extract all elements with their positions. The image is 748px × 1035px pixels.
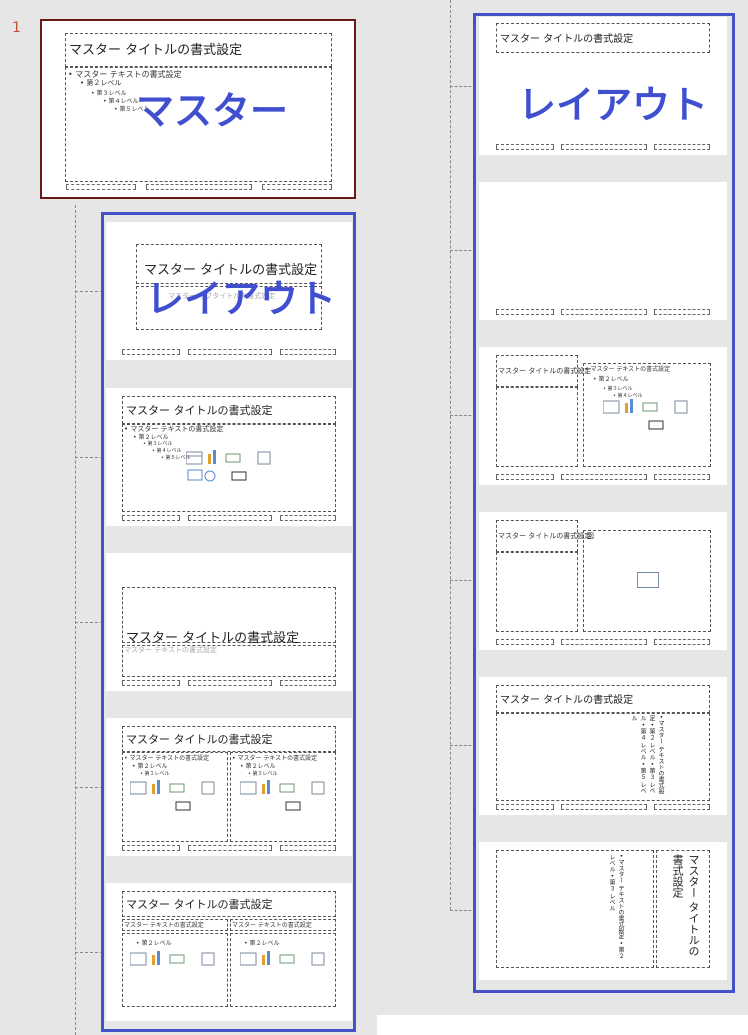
master-overlay-label: マスター <box>136 89 289 133</box>
tree-line-right <box>450 0 451 910</box>
vertical-title-body: • マスター テキストの書式設定 • 第２ レベル • 第３ レベル <box>608 854 624 959</box>
scroll-area-bottom <box>377 1015 748 1035</box>
layout-blank[interactable] <box>479 182 727 320</box>
vertical-body-text: • マスター テキストの書式設定 • 第２ レベル • 第３ レベル • 第４ … <box>630 715 664 795</box>
master-title: マスター タイトルの書式設定 <box>69 43 243 58</box>
content-icons <box>186 450 271 482</box>
title-content-title: マスター タイトルの書式設定 <box>126 404 273 417</box>
layout-comparison[interactable]: マスター タイトルの書式設定 マスター テキストの書式設定 マスター テキストの… <box>106 883 352 1021</box>
layout-picture-caption[interactable]: マスター タイトルの書式設定 図 <box>479 512 727 650</box>
picture-icon <box>637 572 659 588</box>
master-bullet-1: • マスター テキストの書式設定 <box>68 70 182 79</box>
layout-vertical-text[interactable]: マスター タイトルの書式設定 • マスター テキストの書式設定 • 第２ レベル… <box>479 677 727 815</box>
master-bullet-2: • 第２レベル <box>80 79 122 87</box>
layout-section-header[interactable]: マスター タイトルの書式設定 マスター テキストの書式設定 <box>106 553 352 691</box>
layout-vertical-title[interactable]: マスター タイトルの書式設定 • マスター テキストの書式設定 • 第２ レベル… <box>479 842 727 980</box>
layout-two-content[interactable]: マスター タイトルの書式設定 • マスター テキストの書式設定 • 第２レベル … <box>106 718 352 856</box>
vertical-title: マスター タイトルの書式設定 <box>671 854 700 957</box>
footer-number <box>262 184 332 190</box>
layout-overlay-label-left: レイアウト <box>146 277 337 321</box>
layout-title-content[interactable]: マスター タイトルの書式設定 • マスター テキストの書式設定 • 第２レベル … <box>106 388 352 526</box>
footer-center <box>146 184 252 190</box>
footer-date <box>66 184 136 190</box>
layout-content-caption[interactable]: マスター タイトルの書式設定 • マスター テキストの書式設定 • 第２レベル … <box>479 347 727 485</box>
slide-number: 1 <box>12 20 21 36</box>
section-header-title: マスター タイトルの書式設定 <box>126 631 300 646</box>
picture-label: 図 <box>587 532 594 540</box>
tree-line-left <box>75 205 76 1035</box>
layout-overlay-label-right: レイアウト <box>518 83 709 127</box>
